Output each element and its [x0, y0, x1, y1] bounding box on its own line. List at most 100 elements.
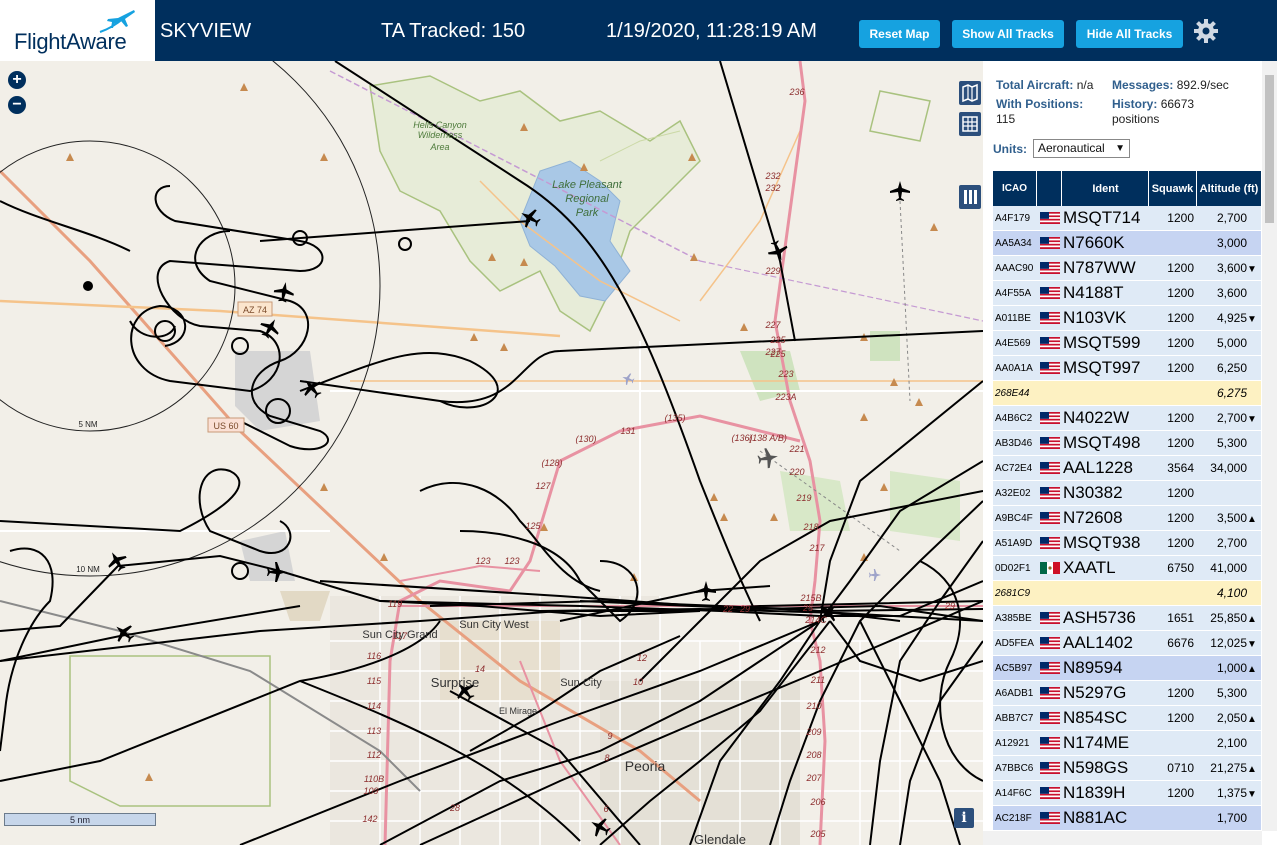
road-number-label: 114 — [367, 701, 381, 711]
cell-squawk: 1200 — [1167, 336, 1194, 350]
cell-flag — [1037, 662, 1062, 674]
cell-altitude: 3,600 — [1197, 286, 1261, 300]
altitude-value: 12,025 — [1210, 636, 1247, 650]
cell-altitude: 1,000▲ — [1197, 661, 1261, 675]
table-row[interactable]: A12921 N174ME 2,100 — [993, 731, 1261, 756]
reset-map-button[interactable]: Reset Map — [859, 20, 940, 48]
road-number-label: (128) — [541, 458, 562, 468]
cell-squawk: 1200 — [1167, 311, 1194, 325]
flightaware-logo[interactable]: FlightAware — [0, 0, 155, 61]
cell-ident: N4188T — [1063, 283, 1124, 302]
table-row[interactable]: A4F179 MSQT714 1200 2,700 — [993, 206, 1261, 231]
show-all-tracks-button[interactable]: Show All Tracks — [952, 20, 1064, 48]
cell-icao: 0D02F1 — [995, 562, 1031, 574]
columns-icon — [964, 190, 977, 204]
cell-flag — [1037, 437, 1062, 449]
horizontal-scrollbar[interactable] — [983, 831, 1262, 845]
cell-flag — [1037, 412, 1062, 424]
table-row[interactable]: A7BBC6 N598GS 0710 21,275▲ — [993, 756, 1261, 781]
table-row[interactable]: AD5FEA AAL1402 6676 12,025▼ — [993, 631, 1261, 656]
road-number-label: 208 — [805, 750, 821, 760]
altitude-trend: ▲ — [1247, 714, 1257, 725]
tracked-count: TA Tracked: 150 — [381, 20, 526, 42]
grid-button[interactable] — [959, 112, 981, 136]
us-flag-icon — [1039, 737, 1060, 749]
road-number-label: 14 — [475, 664, 485, 674]
table-row[interactable]: A4E569 MSQT599 1200 5,000 — [993, 331, 1261, 356]
cell-squawk: 1651 — [1167, 611, 1194, 625]
cell-altitude: 4,925▼ — [1197, 311, 1261, 325]
label-ring-5nm: 5 NM — [78, 420, 97, 429]
us-flag-icon — [1039, 337, 1060, 349]
road-number-label: 217 — [808, 543, 825, 553]
az74-road — [0, 299, 561, 338]
hide-all-tracks-button[interactable]: Hide All Tracks — [1076, 20, 1183, 48]
header-altitude[interactable]: Altitude (ft) — [1197, 171, 1261, 206]
gear-icon[interactable] — [1193, 18, 1219, 44]
zoom-out-button[interactable]: − — [8, 96, 26, 114]
table-row[interactable]: A385BE ASH5736 1651 25,850▲ — [993, 606, 1261, 631]
table-row[interactable]: AA0A1A MSQT997 1200 6,250 — [993, 356, 1261, 381]
scrollbar-thumb[interactable] — [1265, 75, 1274, 223]
info-icon[interactable]: i — [954, 808, 974, 828]
cell-ident: MSQT714 — [1063, 208, 1141, 227]
aircraft-panel: Total Aircraft: n/a Messages: 892.9/sec … — [983, 61, 1277, 845]
altitude-value: 2,050 — [1216, 711, 1247, 725]
label-peoria: Peoria — [625, 758, 666, 774]
cell-squawk: 1200 — [1167, 286, 1194, 300]
cell-ident: AAL1402 — [1063, 633, 1133, 652]
table-row[interactable]: A32E02 N30382 1200 — [993, 481, 1261, 506]
cell-altitude: 34,000 — [1197, 461, 1261, 475]
road-number-label: 225 — [769, 349, 786, 359]
header-flag[interactable] — [1037, 171, 1062, 206]
table-row[interactable]: 2681C9 4,100 — [993, 581, 1261, 606]
us-flag-icon — [1039, 487, 1060, 499]
road-number-label: 210 — [805, 701, 821, 711]
zoom-in-button[interactable]: + — [8, 71, 26, 89]
table-row[interactable]: A011BE N103VK 1200 4,925▼ — [993, 306, 1261, 331]
table-row[interactable]: AA5A34 N7660K 3,000 — [993, 231, 1261, 256]
messages-value: 892.9/sec — [1176, 78, 1229, 92]
toggle-sidebar-button[interactable] — [959, 185, 981, 209]
vertical-scrollbar[interactable] — [1262, 61, 1277, 831]
cell-altitude: 12,025▼ — [1197, 636, 1261, 650]
scale-bar: 5 nm — [4, 813, 156, 826]
road-number-label: 10 — [633, 677, 643, 687]
table-row[interactable]: 268E44 6,275 — [993, 381, 1261, 406]
cell-ident: N5297G — [1063, 683, 1127, 702]
table-row[interactable]: A4B6C2 N4022W 1200 2,700▼ — [993, 406, 1261, 431]
table-row[interactable]: ABB7C7 N854SC 1200 2,050▲ — [993, 706, 1261, 731]
header-ident[interactable]: Ident — [1062, 171, 1149, 206]
road-shield-us60: US 60 — [207, 417, 245, 433]
table-row[interactable]: A4F55A N4188T 1200 3,600 — [993, 281, 1261, 306]
cell-altitude: 6,250 — [1197, 361, 1261, 375]
cell-icao: A385BE — [995, 612, 1032, 624]
road-number-label: 25 — [802, 603, 814, 613]
units-select[interactable]: Aeronautical ▼ — [1033, 139, 1130, 158]
table-row[interactable]: 0D02F1 XAATL 6750 41,000 — [993, 556, 1261, 581]
map-canvas[interactable]: Hells Canyon Wilderness Area Lake Pleasa… — [0, 61, 983, 845]
table-row[interactable]: AC72E4 AAL1228 3564 34,000 — [993, 456, 1261, 481]
table-row[interactable]: AB3D46 MSQT498 1200 5,300 — [993, 431, 1261, 456]
road-number-label: 221 — [788, 444, 804, 454]
table-row[interactable]: A9BC4F N72608 1200 3,500▲ — [993, 506, 1261, 531]
us-flag-icon — [1039, 212, 1060, 224]
label-sun-city-west: Sun City West — [459, 619, 529, 631]
table-row[interactable]: A14F6C N1839H 1200 1,375▼ — [993, 781, 1261, 806]
table-row[interactable]: AC218F N881AC 1,700 — [993, 806, 1261, 831]
table-row[interactable]: AC5B97 N89594 1,000▲ — [993, 656, 1261, 681]
cell-flag — [1037, 762, 1062, 774]
table-row[interactable]: AAAC90 N787WW 1200 3,600▼ — [993, 256, 1261, 281]
label-park: Park — [576, 207, 599, 219]
cell-flag — [1037, 262, 1062, 274]
cell-icao: ABB7C7 — [995, 712, 1034, 724]
altitude-trend: ▼ — [1247, 414, 1257, 425]
header-squawk[interactable]: Squawk — [1149, 171, 1197, 206]
us-flag-icon — [1039, 637, 1060, 649]
table-row[interactable]: A6ADB1 N5297G 1200 5,300 — [993, 681, 1261, 706]
table-row[interactable]: A51A9D MSQT938 1200 2,700 — [993, 531, 1261, 556]
datetime: 1/19/2020, 11:28:19 AM — [606, 20, 817, 42]
map-layers-button[interactable] — [959, 81, 981, 105]
header-icao[interactable]: ICAO — [993, 171, 1037, 206]
cell-icao: A6ADB1 — [995, 687, 1034, 699]
